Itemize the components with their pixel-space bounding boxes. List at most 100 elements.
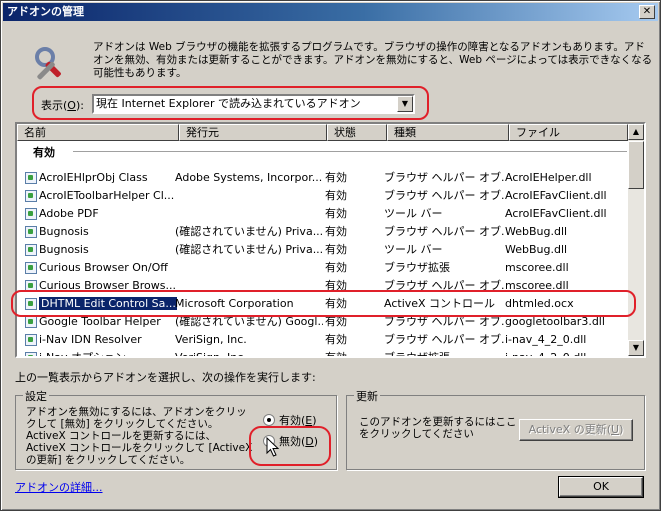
row-name: DHTML Edit Control Sa... [39,297,177,310]
row-type: ブラウザ拡張 [384,351,450,358]
row-status: 有効 [325,207,347,220]
column-header-name[interactable]: 名前 [17,124,179,141]
show-label: 表示(O): [41,99,84,112]
group-divider [73,151,627,152]
table-row[interactable]: Bugnosis (確認されていません) Priva... 有効 ツール バー WebB… [17,241,628,259]
table-row[interactable]: Curious Browser Brows... 有効 ブラウザ ヘルパー オブ..… [17,277,628,295]
column-header-publisher[interactable]: 発行元 [179,124,327,141]
settings-description: アドオンを無効にするには、アドオンをクリックして [無効] をクリックしてくださ… [26,406,253,466]
row-file: i-nav_4_2_0.dll [505,351,587,358]
update-description: このアドオンを更新するにはここをクリックしてください [359,416,517,440]
addon-manager-window: アドオンの管理 ✕ アドオンは Web ブラウザの機能を拡張するプログラムです。… [0,0,661,511]
row-file: dhtmled.ocx [505,297,574,310]
row-status: 有効 [325,225,347,238]
scroll-up-icon[interactable]: ▲ [628,124,644,140]
row-type: ActiveX コントロール [384,297,496,310]
row-type: ブラウザ拡張 [384,261,450,274]
row-publisher: (確認されていません) Googl... [175,315,323,328]
table-row[interactable]: Adobe PDF 有効 ツール バー AcroIEFavClient.dll [17,205,628,223]
row-file: AcroIEHelper.dll [505,171,592,184]
row-status: 有効 [325,243,347,256]
row-publisher: VeriSign, Inc. [175,351,247,358]
row-publisher [175,259,323,277]
table-row[interactable]: Bugnosis (確認されていません) Priva... 有効 ブラウザ ヘルパー … [17,223,628,241]
show-dropdown-value: 現在 Internet Explorer で読み込まれているアドオン [96,97,361,110]
table-row[interactable]: AcroIEToolbarHelper Cl... 有効 ブラウザ ヘルパー オブ.… [17,187,628,205]
row-publisher: Microsoft Corporation [175,297,294,310]
row-type: ブラウザ ヘルパー オブ... [384,333,504,346]
row-publisher: VeriSign, Inc. [175,333,247,346]
row-status: 有効 [325,351,347,358]
row-name: Google Toolbar Helper [39,315,161,328]
addon-icon [25,316,37,328]
row-file: AcroIEFavClient.dll [505,189,607,202]
activex-update-button[interactable]: ActiveX の更新(U) [519,419,633,441]
title-bar: アドオンの管理 ✕ [3,3,658,21]
column-header-status[interactable]: 状態 [327,124,387,141]
table-row[interactable]: i-Nav オプション VeriSign, Inc. 有効 ブラウザ拡張 i-nav_4… [17,349,628,358]
addon-icon [25,208,37,220]
row-type: ツール バー [384,207,443,220]
column-header-file[interactable]: ファイル [509,124,628,141]
table-row[interactable]: DHTML Edit Control Sa... Microsoft Corpor… [17,295,628,313]
row-type: ブラウザ ヘルパー オブ... [384,189,504,202]
row-file: mscoree.dll [505,279,569,292]
scroll-thumb[interactable] [628,141,644,189]
addon-list[interactable]: 名前 発行元 状態 種類 ファイル 有効 AcroIEHlprObj Class… [15,122,646,358]
tools-gear-icon [35,47,61,80]
instruction-text: 上の一覧表示からアドオンを選択し、次の操作を実行します: [15,371,316,384]
table-row[interactable]: Curious Browser On/Off 有効 ブラウザ拡張 mscoree.dl… [17,259,628,277]
addon-details-link[interactable]: アドオンの詳細... [15,479,103,495]
scroll-down-icon[interactable]: ▼ [628,340,644,356]
mouse-cursor-icon [266,437,280,457]
row-status: 有効 [325,189,347,202]
row-type: ブラウザ ヘルパー オブ... [384,171,504,184]
window-title: アドオンの管理 [7,5,84,18]
row-name: Adobe PDF [39,207,99,220]
row-status: 有効 [325,297,347,310]
chevron-down-icon[interactable]: ▼ [397,96,413,112]
row-file: mscoree.dll [505,261,569,274]
row-name: Curious Browser Brows... [39,279,177,292]
show-dropdown[interactable]: 現在 Internet Explorer で読み込まれているアドオン ▼ [92,94,415,114]
table-row[interactable]: Google Toolbar Helper (確認されていません) Googl..… [17,313,628,331]
row-type: ブラウザ ヘルパー オブ... [384,225,504,238]
row-type: ブラウザ ヘルパー オブ... [384,279,504,292]
row-name: Bugnosis [39,243,89,256]
close-button[interactable]: ✕ [639,5,655,19]
group-title: 有効 [33,146,55,159]
row-status: 有効 [325,171,347,184]
addon-icon [25,262,37,274]
row-type: ツール バー [384,243,443,256]
row-file: AcroIEFavClient.dll [505,207,607,220]
addon-icon [25,298,37,310]
row-file: i-nav_4_2_0.dll [505,333,587,346]
row-publisher [175,277,323,295]
addon-icon [25,244,37,256]
row-file: WebBug.dll [505,243,568,256]
addon-icon [25,190,37,202]
row-name: i-Nav オプション [39,351,127,358]
addon-icon [25,352,37,356]
row-name: AcroIEHlprObj Class [39,171,148,184]
addon-icon [25,334,37,346]
row-name: Bugnosis [39,225,89,238]
update-title: 更新 [354,388,380,404]
row-publisher [175,205,323,223]
row-publisher [175,187,323,205]
enable-radio[interactable]: 有効(E) [263,414,317,428]
addon-icon [25,172,37,184]
vertical-scrollbar[interactable]: ▲ ▼ [628,124,644,356]
addon-icon [25,280,37,292]
intro-text: アドオンは Web ブラウザの機能を拡張するプログラムです。ブラウザの操作の障害… [93,41,653,79]
ok-button[interactable]: OK [558,476,644,498]
row-status: 有効 [325,279,347,292]
list-header: 名前 発行元 状態 種類 ファイル [17,124,628,141]
table-row[interactable]: i-Nav IDN Resolver VeriSign, Inc. 有効 ブラウザ ヘ… [17,331,628,349]
row-status: 有効 [325,315,347,328]
radio-checked-icon[interactable] [263,414,275,426]
column-header-type[interactable]: 種類 [387,124,509,141]
addon-icon [25,226,37,238]
table-row[interactable]: AcroIEHlprObj Class Adobe Systems, Incorp… [17,169,628,187]
settings-title: 設定 [23,388,49,404]
